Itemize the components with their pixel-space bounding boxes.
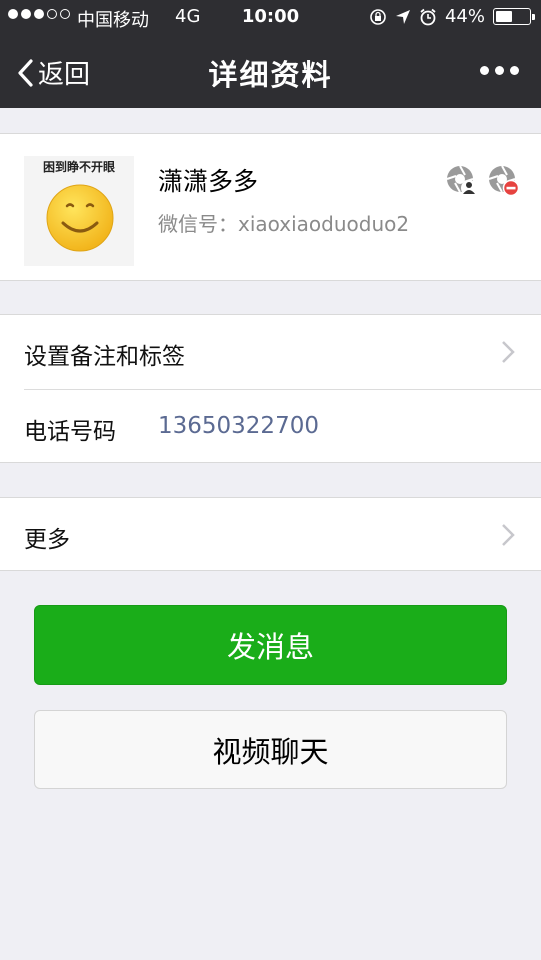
wechat-id: 微信号：xiaoxiaoduoduo2 <box>158 208 409 237</box>
moments-blocked-icon[interactable] <box>487 164 519 196</box>
wechat-id-label: 微信号： <box>158 212 238 236</box>
location-arrow-icon <box>395 9 410 24</box>
info-group: 设置备注和标签 电话号码 13650322700 <box>0 314 541 463</box>
video-call-button[interactable]: 视频聊天 <box>34 710 507 789</box>
more-options-button[interactable] <box>480 66 519 75</box>
navigation-bar: 返回 详细资料 <box>0 36 541 108</box>
alarm-icon <box>420 8 436 25</box>
chevron-right-icon <box>502 341 515 363</box>
send-message-button[interactable]: 发消息 <box>34 605 507 685</box>
avatar[interactable]: 困到睁不开眼 <box>24 156 134 266</box>
page-title: 详细资料 <box>208 58 333 92</box>
more-row[interactable]: 更多 <box>0 498 541 572</box>
phone-label: 电话号码 <box>24 419 116 445</box>
rotation-lock-icon <box>370 8 386 25</box>
more-dots-icon <box>480 66 489 75</box>
wechat-id-value: xiaoxiaoduoduo2 <box>238 212 410 236</box>
more-group: 更多 <box>0 497 541 571</box>
profile-card: 困到睁不开眼 潇潇多多 微信号：xiaoxiaoduoduo2 <box>0 133 541 281</box>
top-bar: 中国移动 4G 10:00 44% 返回 详细资料 <box>0 0 541 108</box>
more-label: 更多 <box>24 527 70 553</box>
moments-private-icon[interactable] <box>445 164 477 196</box>
phone-number-link[interactable]: 13650322700 <box>158 413 319 439</box>
battery-icon <box>493 8 535 25</box>
chevron-right-icon <box>502 524 515 546</box>
battery-percent: 44% <box>444 6 485 27</box>
phone-row: 电话号码 13650322700 <box>0 390 541 464</box>
smiley-face-icon <box>46 184 114 252</box>
avatar-caption: 困到睁不开眼 <box>42 160 115 174</box>
remark-tags-label: 设置备注和标签 <box>24 344 185 370</box>
status-bar: 中国移动 4G 10:00 44% <box>0 0 541 36</box>
contact-name: 潇潇多多 <box>158 167 259 196</box>
remark-tags-row[interactable]: 设置备注和标签 <box>0 315 541 389</box>
